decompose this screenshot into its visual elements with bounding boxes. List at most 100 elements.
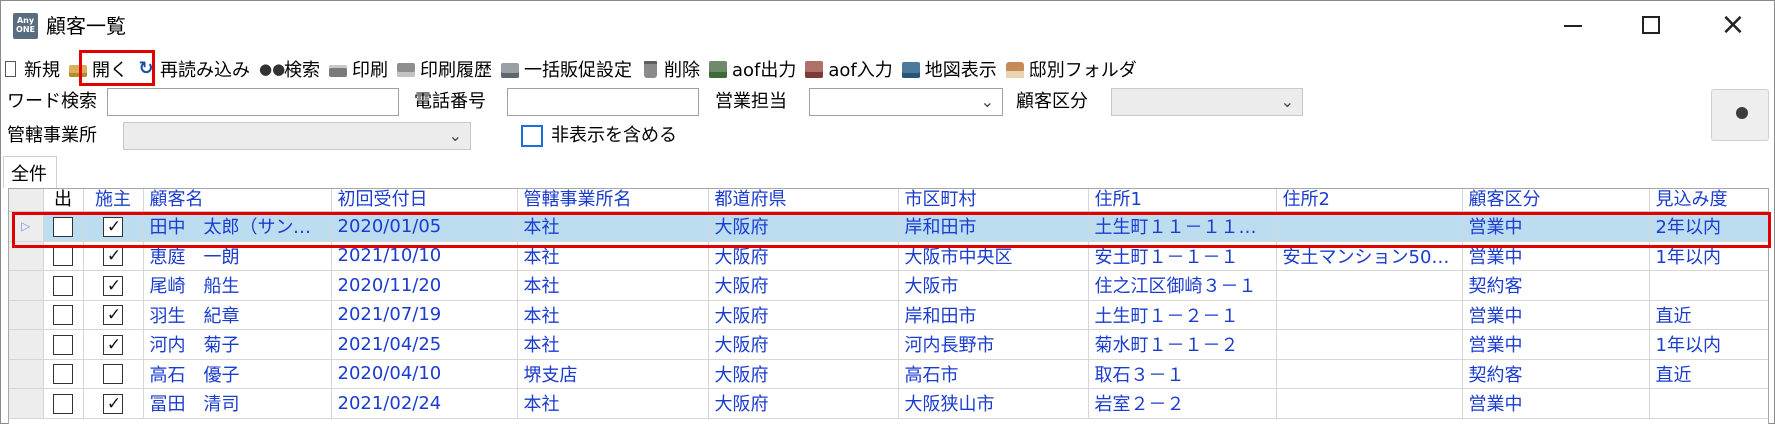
owner-checkbox[interactable] bbox=[103, 275, 123, 296]
minimize-button[interactable] bbox=[1551, 9, 1595, 41]
include-hidden-checkbox[interactable] bbox=[521, 125, 543, 147]
cell-addr1[interactable]: 土生町１１－１１１１ bbox=[1088, 211, 1277, 242]
col-header-addr2[interactable]: 住所2 bbox=[1276, 189, 1463, 212]
cell-addr1[interactable]: 菊水町１－１－２ bbox=[1088, 329, 1277, 360]
cell-date[interactable]: 2020/11/20 bbox=[331, 270, 518, 301]
out-checkbox[interactable] bbox=[53, 246, 73, 267]
cell-pref[interactable]: 大阪府 bbox=[708, 241, 899, 271]
current-row-indicator-icon[interactable]: ▷ bbox=[9, 211, 44, 242]
owner-checkbox[interactable] bbox=[103, 393, 123, 414]
cell-addr2[interactable] bbox=[1276, 270, 1463, 301]
cell-type[interactable]: 契約客 bbox=[1462, 359, 1650, 389]
cell-city[interactable]: 河内長野市 bbox=[898, 329, 1089, 360]
cell-date[interactable]: 2021/07/19 bbox=[331, 300, 518, 330]
col-header-pref[interactable]: 都道府県 bbox=[708, 189, 899, 212]
print-button[interactable]: 印刷 bbox=[327, 54, 392, 84]
cell-city[interactable]: 大阪市 bbox=[898, 270, 1089, 301]
cell-addr1[interactable]: 住之江区御崎３－１ bbox=[1088, 270, 1277, 301]
cell-date[interactable]: 2020/01/05 bbox=[331, 211, 518, 242]
cell-city[interactable]: 高石市 bbox=[898, 359, 1089, 389]
cell-addr2[interactable]: 安土マンション501号室 bbox=[1276, 241, 1463, 271]
cell-prospect[interactable] bbox=[1649, 388, 1768, 419]
col-header-prospect[interactable]: 見込み度 bbox=[1649, 189, 1768, 212]
row-indicator[interactable] bbox=[9, 388, 44, 419]
cell-addr1[interactable]: 安土町１－１－１ bbox=[1088, 241, 1277, 271]
cell-office[interactable]: 本社 bbox=[517, 388, 709, 419]
cell-date[interactable]: 2021/02/24 bbox=[331, 388, 518, 419]
cell-date[interactable]: 2020/04/10 bbox=[331, 359, 518, 389]
cell-prospect[interactable]: 直近 bbox=[1649, 359, 1768, 389]
cell-prospect[interactable]: 1年以内 bbox=[1649, 329, 1768, 360]
sales-rep-select[interactable]: ⌄ bbox=[809, 88, 1003, 116]
cell-office[interactable]: 本社 bbox=[517, 300, 709, 330]
owner-checkbox[interactable] bbox=[103, 364, 123, 385]
table-row[interactable]: 冨田 清司2021/02/24本社大阪府大阪狭山市岩室２－２ 営業中 bbox=[9, 388, 1768, 419]
cell-prospect[interactable] bbox=[1649, 270, 1768, 301]
owner-checkbox[interactable] bbox=[103, 305, 123, 326]
row-indicator[interactable] bbox=[9, 300, 44, 330]
cell-addr2[interactable] bbox=[1276, 329, 1463, 360]
map-view-button[interactable]: 地図表示 bbox=[900, 54, 1001, 84]
cell-type[interactable]: 営業中 bbox=[1462, 211, 1650, 242]
aof-export-button[interactable]: aof出力 bbox=[707, 54, 800, 84]
owner-checkbox[interactable] bbox=[103, 216, 123, 237]
owner-checkbox[interactable] bbox=[103, 334, 123, 355]
cell-type[interactable]: 営業中 bbox=[1462, 300, 1650, 330]
cell-prospect[interactable]: 2年以内 bbox=[1649, 211, 1768, 242]
cell-addr2[interactable] bbox=[1276, 388, 1463, 419]
table-row[interactable]: 恵庭 一朗2021/10/10本社大阪府大阪市中央区安土町１－１－１安土マンショ… bbox=[9, 241, 1768, 271]
cell-name[interactable]: 冨田 清司 bbox=[143, 388, 332, 419]
cell-prospect[interactable]: 直近 bbox=[1649, 300, 1768, 330]
cell-addr2[interactable] bbox=[1276, 359, 1463, 389]
cell-name[interactable]: 羽生 紀章 bbox=[143, 300, 332, 330]
cell-name[interactable]: 恵庭 一朗 bbox=[143, 241, 332, 271]
row-indicator[interactable] bbox=[9, 270, 44, 301]
bulk-promo-button[interactable]: 一括販促設定 bbox=[499, 54, 636, 84]
out-checkbox[interactable] bbox=[53, 334, 73, 355]
row-indicator[interactable] bbox=[9, 241, 44, 271]
out-checkbox[interactable] bbox=[53, 393, 73, 414]
row-indicator[interactable] bbox=[9, 329, 44, 360]
out-checkbox[interactable] bbox=[53, 305, 73, 326]
cell-city[interactable]: 岸和田市 bbox=[898, 211, 1089, 242]
cell-name[interactable]: 尾崎 船生 bbox=[143, 270, 332, 301]
cell-addr1[interactable]: 土生町１－２－１ bbox=[1088, 300, 1277, 330]
cell-type[interactable]: 営業中 bbox=[1462, 329, 1650, 360]
office-select[interactable]: ⌄ bbox=[123, 122, 471, 150]
reload-button[interactable]: ↻ 再読み込み bbox=[135, 54, 254, 84]
cell-city[interactable]: 大阪市中央区 bbox=[898, 241, 1089, 271]
table-row[interactable]: ▷ 田中 太郎（サンプル）2020/01/05本社大阪府岸和田市土生町１１－１１１… bbox=[9, 211, 1768, 242]
tab-all[interactable]: 全件 bbox=[3, 156, 57, 188]
open-button[interactable]: 開く bbox=[67, 54, 132, 84]
owner-checkbox[interactable] bbox=[103, 246, 123, 267]
cell-pref[interactable]: 大阪府 bbox=[708, 211, 899, 242]
cell-name[interactable]: 河内 菊子 bbox=[143, 329, 332, 360]
col-header-city[interactable]: 市区町村 bbox=[898, 189, 1089, 212]
out-checkbox[interactable] bbox=[53, 216, 73, 237]
cell-type[interactable]: 契約客 bbox=[1462, 270, 1650, 301]
cell-date[interactable]: 2021/10/10 bbox=[331, 241, 518, 271]
cell-addr2[interactable] bbox=[1276, 211, 1463, 242]
cell-office[interactable]: 本社 bbox=[517, 211, 709, 242]
col-header-type[interactable]: 顧客区分 bbox=[1462, 189, 1650, 212]
cell-office[interactable]: 本社 bbox=[517, 241, 709, 271]
cell-type[interactable]: 営業中 bbox=[1462, 388, 1650, 419]
cell-pref[interactable]: 大阪府 bbox=[708, 329, 899, 360]
cell-office[interactable]: 本社 bbox=[517, 270, 709, 301]
cell-prospect[interactable]: 1年以内 bbox=[1649, 241, 1768, 271]
cell-addr1[interactable]: 岩室２－２ bbox=[1088, 388, 1277, 419]
search-button[interactable]: ●● 検索 bbox=[257, 54, 324, 84]
cell-city[interactable]: 岸和田市 bbox=[898, 300, 1089, 330]
table-row[interactable]: 尾崎 船生2020/11/20本社大阪府大阪市住之江区御崎３－１ 契約客 bbox=[9, 270, 1768, 301]
col-header-name[interactable]: 顧客名 bbox=[143, 189, 332, 212]
close-button[interactable]: × bbox=[1711, 9, 1755, 41]
cell-pref[interactable]: 大阪府 bbox=[708, 300, 899, 330]
cell-pref[interactable]: 大阪府 bbox=[708, 270, 899, 301]
cell-addr1[interactable]: 取石３－１ bbox=[1088, 359, 1277, 389]
cell-date[interactable]: 2021/04/25 bbox=[331, 329, 518, 360]
table-row[interactable]: 高石 優子 2020/04/10 堺支店 大阪府 高石市 取石３－１ 契約客 直近 bbox=[9, 359, 1768, 389]
customer-type-select[interactable]: ⌄ bbox=[1111, 88, 1303, 116]
pin-button[interactable] bbox=[1711, 89, 1769, 141]
phone-input[interactable] bbox=[507, 88, 699, 116]
table-row[interactable]: 河内 菊子2021/04/25本社大阪府河内長野市菊水町１－１－２ 営業中1年以内 bbox=[9, 329, 1768, 360]
